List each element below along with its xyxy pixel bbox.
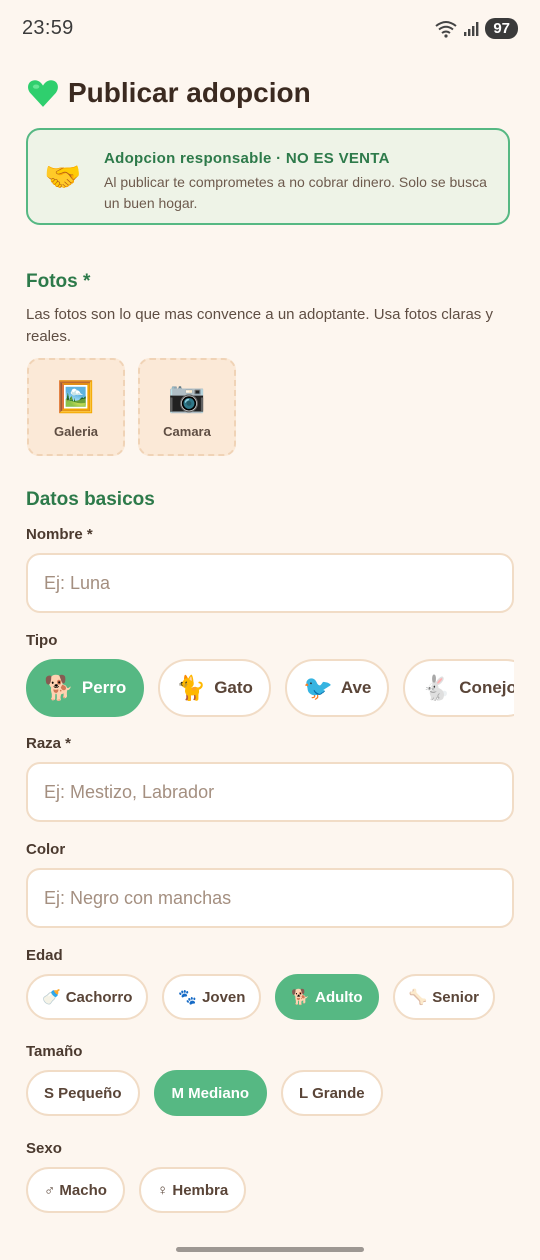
sexo-chip-label: ♂ Macho — [44, 1181, 107, 1199]
edad-label: Edad — [26, 947, 63, 964]
tamano-chip-label: S Pequeño — [44, 1084, 122, 1102]
camera-icon: 📷 — [168, 381, 206, 414]
sexo-chip-label: ♀ Hembra — [156, 1181, 229, 1199]
edad-chips: 🍼 Cachorro 🐾 Joven 🐕 Adulto 🦴 Senior — [26, 974, 495, 1020]
page-title: Publicar adopcion — [68, 77, 311, 108]
camera-button[interactable]: 📷 Camara — [138, 358, 236, 456]
tipo-chip-gato[interactable]: 🐈 Gato — [158, 659, 271, 717]
edad-chip-cachorro[interactable]: 🍼 Cachorro — [26, 974, 149, 1020]
color-input[interactable] — [26, 868, 514, 928]
responsible-adoption-notice: 🤝 Adopcion responsable · NO ES VENTA Al … — [26, 128, 510, 225]
edad-chip-joven[interactable]: 🐾 Joven — [162, 974, 262, 1020]
bird-icon: 🐦 — [302, 674, 333, 702]
nombre-label: Nombre * — [26, 526, 93, 543]
dog-icon: 🐕 — [291, 989, 311, 1006]
camera-label: Camara — [163, 424, 211, 439]
dog-icon: 🐕 — [44, 674, 74, 702]
tamano-label: Tamaño — [26, 1043, 83, 1060]
wifi-icon — [435, 20, 457, 38]
green-heart-icon — [28, 80, 58, 107]
gallery-label: Galeria — [53, 424, 99, 439]
status-time: 23:59 — [22, 17, 74, 39]
photos-section-title: Fotos * — [26, 271, 91, 292]
tamano-chip-mediano[interactable]: M Mediano — [153, 1070, 268, 1116]
paw-icon: 🐾 — [178, 989, 198, 1006]
edad-chip-senior[interactable]: 🦴 Senior — [392, 974, 495, 1020]
nombre-input[interactable] — [26, 553, 514, 613]
bone-icon: 🦴 — [408, 989, 428, 1006]
sexo-label: Sexo — [26, 1140, 62, 1157]
tipo-label: Tipo — [26, 632, 58, 649]
tamano-chip-label: M Mediano — [171, 1084, 250, 1102]
tipo-chip-label: Perro — [81, 678, 127, 697]
tipo-chip-label: Conejo — [459, 678, 514, 697]
tamano-chip-grande[interactable]: L Grande — [281, 1070, 383, 1116]
baby-bottle-icon: 🍼 — [42, 989, 61, 1006]
edad-chip-label: Cachorro — [65, 988, 133, 1006]
tamano-chip-label: L Grande — [299, 1084, 365, 1102]
cat-icon: 🐈 — [176, 674, 207, 702]
rabbit-icon: 🐇 — [421, 674, 452, 702]
tipo-chip-label: Ave — [340, 678, 372, 697]
edad-chip-adulto[interactable]: 🐕 Adulto — [275, 974, 379, 1020]
tipo-chip-perro[interactable]: 🐕 Perro — [26, 659, 145, 717]
signal-icon — [464, 21, 479, 36]
tamano-chips: S Pequeño M Mediano L Grande — [26, 1070, 383, 1116]
notice-text: Al publicar te comprometes a no cobrar d… — [104, 174, 487, 211]
tipo-chip-scroller[interactable]: 🐕 Perro 🐈 Gato 🐦 Ave 🐇 Conejo — [26, 659, 514, 719]
tipo-chip-conejo[interactable]: 🐇 Conejo — [403, 659, 514, 717]
page-header: Publicar adopcion — [26, 76, 311, 110]
basics-section-title: Datos basicos — [26, 489, 155, 510]
tipo-chip-label: Gato — [214, 678, 253, 697]
sexo-chip-hembra[interactable]: ♀ Hembra — [138, 1167, 247, 1213]
notice-title: Adopcion responsable · NO ES VENTA — [104, 150, 390, 167]
status-icons: 97 — [435, 18, 518, 39]
battery-badge: 97 — [485, 18, 518, 39]
gallery-button[interactable]: 🖼️ Galeria — [27, 358, 125, 456]
raza-input[interactable] — [26, 762, 514, 822]
raza-label: Raza * — [26, 735, 72, 752]
handshake-icon: 🤝 — [44, 161, 82, 194]
edad-chip-label: Adulto — [315, 988, 363, 1006]
sexo-chip-macho[interactable]: ♂ Macho — [26, 1167, 125, 1213]
color-label: Color — [26, 841, 66, 858]
edad-chip-label: Joven — [202, 988, 246, 1006]
edad-chip-label: Senior — [432, 988, 479, 1006]
photos-description: Las fotos son lo que mas convence a un a… — [26, 306, 493, 345]
gallery-icon: 🖼️ — [57, 381, 95, 414]
tipo-chip-ave[interactable]: 🐦 Ave — [284, 659, 390, 717]
sexo-chips: ♂ Macho ♀ Hembra — [26, 1167, 247, 1213]
tamano-chip-pequeno[interactable]: S Pequeño — [26, 1070, 140, 1116]
home-indicator[interactable] — [176, 1247, 364, 1252]
status-bar: 23:59 97 — [0, 0, 540, 56]
